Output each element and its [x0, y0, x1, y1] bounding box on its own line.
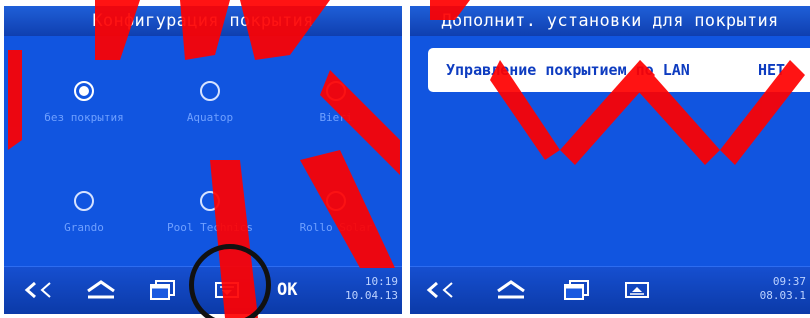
back-arrow-icon[interactable] [22, 275, 56, 305]
option-label: без покрытия [44, 111, 124, 124]
clock-date: 08.03.1 [759, 289, 806, 302]
menu-up-icon[interactable] [620, 275, 654, 305]
clock-time: 10:19 [364, 275, 398, 288]
radio-selected[interactable] [74, 81, 94, 101]
clock: 09:37 08.03.1 [740, 275, 806, 303]
right-screen-title: Дополнит. установки для покрытия [410, 6, 810, 36]
radio-unselected[interactable] [200, 191, 220, 211]
windows-icon[interactable] [560, 275, 594, 305]
option-bieri[interactable]: Bieri [276, 81, 396, 124]
option-aquatop[interactable]: Aquatop [150, 81, 270, 124]
radio-unselected[interactable] [326, 191, 346, 211]
windows-icon[interactable] [146, 275, 180, 305]
option-grando[interactable]: Grando [24, 191, 144, 234]
radio-unselected[interactable] [326, 81, 346, 101]
lan-control-setting[interactable]: Управление покрытием по LAN НЕТ [428, 48, 810, 92]
left-screen: Конфигурация покрытия без покрытия Aquat… [4, 6, 402, 314]
radio-unselected[interactable] [74, 191, 94, 211]
ok-button[interactable]: OK [277, 280, 297, 300]
right-screen: Дополнит. установки для покрытия Управле… [410, 6, 810, 314]
left-bottom-bar: OK 10:19 10.04.13 [4, 266, 402, 314]
option-label: Bieri [319, 111, 353, 124]
option-label: Aquatop [186, 111, 234, 124]
radio-unselected[interactable] [200, 81, 220, 101]
option-label: Pool Technics [166, 221, 254, 234]
setting-label: Управление покрытием по LAN [446, 61, 690, 79]
option-label: Rollo Solar [299, 221, 373, 234]
option-no-cover[interactable]: без покрытия [24, 81, 144, 124]
clock-date: 10.04.13 [345, 289, 398, 302]
option-label: Grando [64, 221, 104, 234]
option-pool-technics[interactable]: Pool Technics [150, 191, 270, 234]
back-arrow-icon[interactable] [424, 275, 458, 305]
menu-down-icon[interactable] [210, 275, 244, 305]
left-screen-title: Конфигурация покрытия [4, 6, 402, 36]
right-bottom-bar: 09:37 08.03.1 [410, 266, 810, 314]
setting-value[interactable]: НЕТ [758, 61, 785, 79]
clock: 10:19 10.04.13 [334, 275, 398, 303]
home-icon[interactable] [494, 275, 528, 305]
clock-time: 09:37 [772, 275, 806, 288]
option-rollo-solar[interactable]: Rollo Solar [276, 191, 396, 234]
home-icon[interactable] [84, 275, 118, 305]
